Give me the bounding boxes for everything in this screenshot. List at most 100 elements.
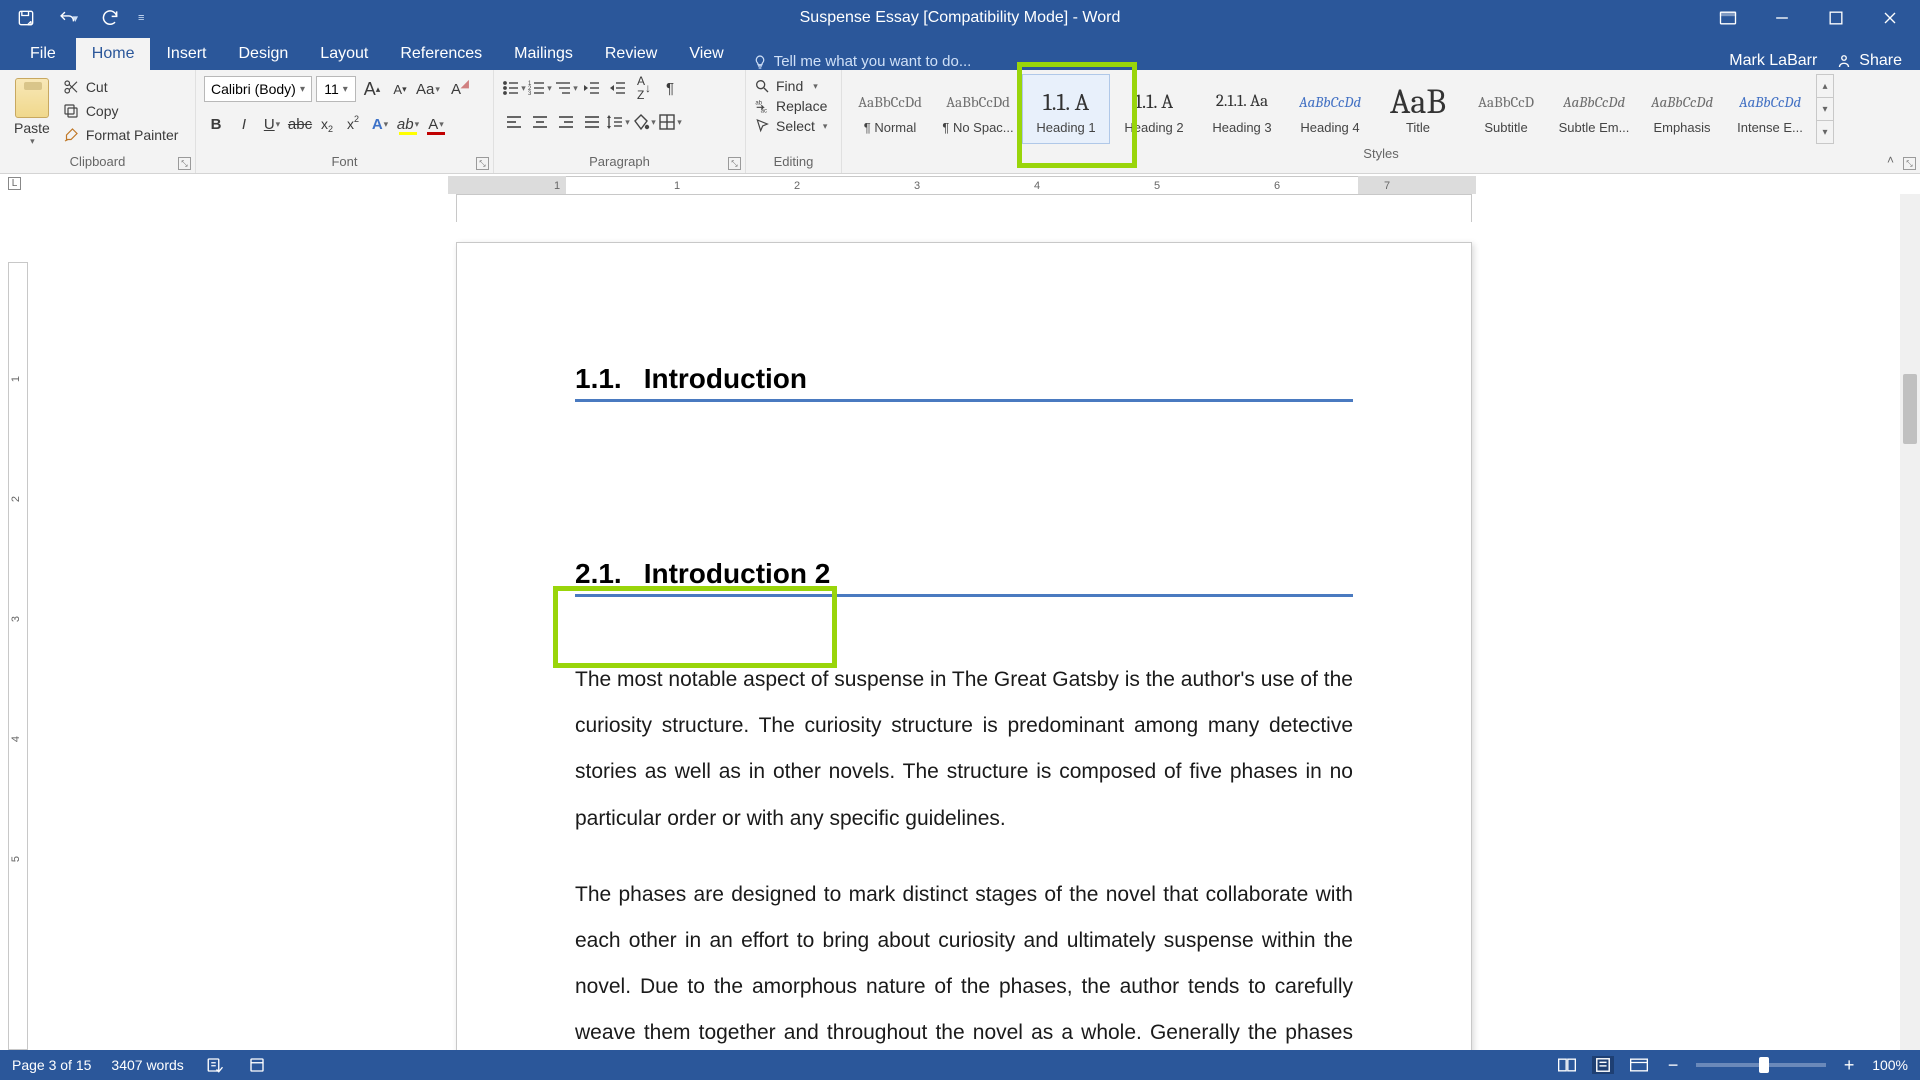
select-button[interactable]: Select▾ xyxy=(754,118,827,134)
font-color-button[interactable]: A▾ xyxy=(424,112,448,136)
paste-button[interactable]: Paste ▾ xyxy=(8,76,56,149)
collapse-ribbon-icon[interactable]: ˄ xyxy=(1887,153,1894,167)
highlight-button[interactable]: ab▾ xyxy=(396,112,420,136)
clipboard-dialog-launcher[interactable]: ⤡ xyxy=(178,157,191,170)
tab-references[interactable]: References xyxy=(384,38,498,70)
style-title[interactable]: AaBTitle xyxy=(1374,74,1462,144)
align-center-button[interactable] xyxy=(528,110,552,134)
line-spacing-button[interactable]: ▾ xyxy=(606,110,630,134)
superscript-button[interactable]: x2 xyxy=(342,112,364,136)
multilevel-list-button[interactable]: ▾ xyxy=(554,76,578,100)
document-page[interactable]: 1.1.Introduction 2.1.Introduction 2 The … xyxy=(456,242,1472,1050)
horizontal-ruler[interactable]: 11234567 xyxy=(448,176,1476,196)
print-layout-button[interactable] xyxy=(1592,1056,1614,1074)
numbering-button[interactable]: 123▾ xyxy=(528,76,552,100)
qat-customize[interactable]: ≡ xyxy=(138,12,144,24)
redo-button[interactable] xyxy=(100,8,120,28)
web-layout-button[interactable] xyxy=(1628,1056,1650,1074)
spellcheck-icon[interactable] xyxy=(204,1056,226,1074)
justify-button[interactable] xyxy=(580,110,604,134)
maximize-button[interactable] xyxy=(1826,8,1846,28)
styles-gallery-scroll[interactable]: ▴ ▾ ▾ xyxy=(1816,74,1834,144)
heading-1[interactable]: 1.1.Introduction xyxy=(575,363,1353,402)
underline-button[interactable]: U▾ xyxy=(260,112,284,136)
style-subtitle[interactable]: AaBbCcDSubtitle xyxy=(1462,74,1550,144)
tab-layout[interactable]: Layout xyxy=(304,38,384,70)
tab-design[interactable]: Design xyxy=(222,38,304,70)
undo-button[interactable]: ▾ xyxy=(58,8,78,28)
font-name-combo[interactable]: Calibri (Body)▾ xyxy=(204,76,312,102)
style-heading-1[interactable]: 1.1. AHeading 1 xyxy=(1022,74,1110,144)
style-heading-3[interactable]: 2.1.1. AaHeading 3 xyxy=(1198,74,1286,144)
shrink-font-button[interactable]: A▾ xyxy=(388,77,412,101)
close-button[interactable] xyxy=(1880,8,1900,28)
user-name[interactable]: Mark LaBarr xyxy=(1729,52,1817,70)
bold-button[interactable]: B xyxy=(204,112,228,136)
style-heading-2[interactable]: 1.1. AHeading 2 xyxy=(1110,74,1198,144)
font-dialog-launcher[interactable]: ⤡ xyxy=(476,157,489,170)
paragraph-dialog-launcher[interactable]: ⤡ xyxy=(728,157,741,170)
font-size-combo[interactable]: 11▾ xyxy=(316,76,356,102)
align-left-button[interactable] xyxy=(502,110,526,134)
decrease-indent-button[interactable] xyxy=(580,76,604,100)
minimize-button[interactable] xyxy=(1772,8,1792,28)
style--no-spac-[interactable]: AaBbCcDd¶ No Spac... xyxy=(934,74,1022,144)
share-button[interactable]: Share xyxy=(1835,52,1902,70)
body-text[interactable]: The most notable aspect of suspense in T… xyxy=(575,657,1353,1050)
format-painter-button[interactable]: Format Painter xyxy=(62,126,179,144)
style-intense-e-[interactable]: AaBbCcDdIntense E... xyxy=(1726,74,1814,144)
zoom-in-button[interactable]: + xyxy=(1840,1055,1858,1076)
zoom-level[interactable]: 100% xyxy=(1872,1057,1908,1073)
status-bar: Page 3 of 15 3407 words − + 100% xyxy=(0,1050,1920,1080)
word-count[interactable]: 3407 words xyxy=(111,1057,183,1073)
zoom-slider[interactable] xyxy=(1696,1063,1826,1067)
autosave-icon[interactable] xyxy=(16,8,36,28)
sort-button[interactable]: AZ↓ xyxy=(632,76,656,100)
tab-review[interactable]: Review xyxy=(589,38,673,70)
styles-more-icon[interactable]: ▾ xyxy=(1817,121,1833,143)
bullets-button[interactable]: ▾ xyxy=(502,76,526,100)
change-case-button[interactable]: Aa▾ xyxy=(416,77,440,101)
heading-2[interactable]: 2.1.Introduction 2 xyxy=(575,558,1353,597)
previous-page-tail xyxy=(456,194,1472,222)
clear-formatting-button[interactable]: A◢ xyxy=(444,77,468,101)
page-indicator[interactable]: Page 3 of 15 xyxy=(12,1057,91,1073)
tab-view[interactable]: View xyxy=(673,38,739,70)
subscript-button[interactable]: x2 xyxy=(316,112,338,136)
tab-mailings[interactable]: Mailings xyxy=(498,38,589,70)
tab-insert[interactable]: Insert xyxy=(150,38,222,70)
ribbon-display-icon[interactable] xyxy=(1718,8,1738,28)
align-right-button[interactable] xyxy=(554,110,578,134)
cut-button[interactable]: Cut xyxy=(62,78,179,96)
replace-button[interactable]: abacReplace xyxy=(754,98,827,114)
text-effects-button[interactable]: A▾ xyxy=(368,112,392,136)
borders-button[interactable]: ▾ xyxy=(658,110,682,134)
tab-selector[interactable]: L xyxy=(8,177,21,190)
style-subtle-em-[interactable]: AaBbCcDdSubtle Em... xyxy=(1550,74,1638,144)
style--normal[interactable]: AaBbCcDd¶ Normal xyxy=(846,74,934,144)
styles-dialog-launcher[interactable]: ⤡ xyxy=(1903,157,1916,170)
grow-font-button[interactable]: A▴ xyxy=(360,77,384,101)
tab-file[interactable]: File xyxy=(10,38,76,70)
italic-button[interactable]: I xyxy=(232,112,256,136)
tell-me-search[interactable]: Tell me what you want to do... xyxy=(740,53,972,70)
vertical-ruler[interactable]: 1 2 3 4 5 xyxy=(8,262,28,1050)
vertical-scrollbar[interactable] xyxy=(1900,194,1920,1050)
strikethrough-button[interactable]: abc xyxy=(288,112,312,136)
read-mode-button[interactable] xyxy=(1556,1056,1578,1074)
shading-button[interactable]: ▾ xyxy=(632,110,656,134)
macro-icon[interactable] xyxy=(246,1056,268,1074)
find-button[interactable]: Find▾ xyxy=(754,78,827,94)
show-marks-button[interactable]: ¶ xyxy=(658,76,682,100)
group-label: Clipboard xyxy=(0,152,195,173)
chevron-down-icon[interactable]: ▾ xyxy=(1817,98,1833,121)
increase-indent-button[interactable] xyxy=(606,76,630,100)
chevron-up-icon[interactable]: ▴ xyxy=(1817,75,1833,98)
copy-button[interactable]: Copy xyxy=(62,102,179,120)
zoom-out-button[interactable]: − xyxy=(1664,1055,1682,1076)
paintbrush-icon xyxy=(62,126,80,144)
style-heading-4[interactable]: AaBbCcDdHeading 4 xyxy=(1286,74,1374,144)
tab-home[interactable]: Home xyxy=(76,38,151,70)
style-emphasis[interactable]: AaBbCcDdEmphasis xyxy=(1638,74,1726,144)
scrollbar-thumb[interactable] xyxy=(1903,374,1917,444)
